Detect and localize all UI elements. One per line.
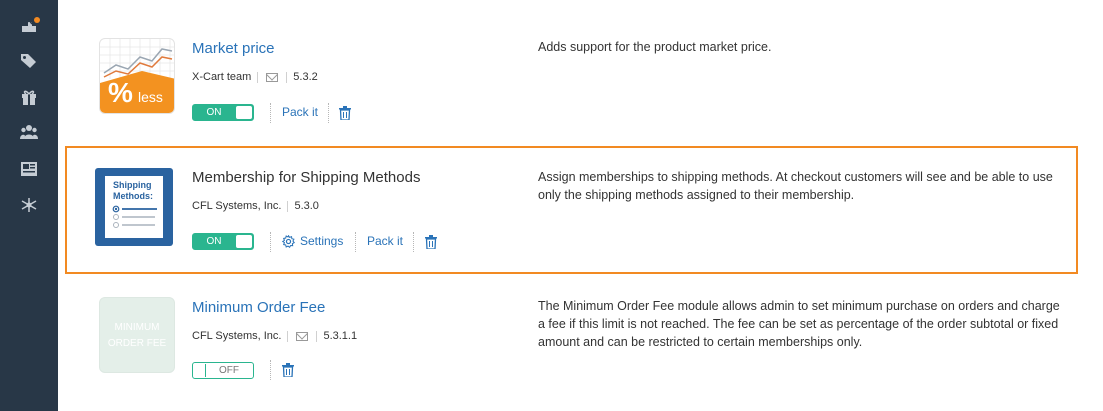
divider: [270, 360, 271, 380]
mail-icon[interactable]: [266, 72, 279, 82]
users-icon[interactable]: [19, 123, 39, 141]
module-description: Assign memberships to shipping methods. …: [538, 170, 1053, 202]
logo-text-line-1: MINIMUM: [114, 322, 160, 333]
module-title: Membership for Shipping Methods: [192, 169, 421, 186]
gift-icon[interactable]: [19, 88, 39, 106]
version-number: 5.3.0: [294, 200, 319, 212]
author-name: X-Cart team: [192, 71, 252, 83]
module-meta: CFL Systems, Inc. 5.3.1.1: [192, 330, 357, 342]
module-minimum-order-fee: MINIMUM ORDER FEE Minimum Order Fee CFL …: [58, 280, 1103, 411]
trash-icon[interactable]: [425, 235, 437, 250]
logo-text-line-2: ORDER FEE: [107, 338, 167, 349]
settings-link[interactable]: Settings: [282, 234, 343, 248]
module-enable-toggle[interactable]: ON: [192, 104, 254, 121]
toggle-knob: [194, 364, 206, 377]
toggle-label: OFF: [219, 365, 239, 376]
divider: [328, 103, 329, 123]
author-name: CFL Systems, Inc.: [192, 330, 282, 342]
version-number: 5.3.1.1: [323, 330, 358, 342]
divider: [270, 103, 271, 123]
module-description: Adds support for the product market pric…: [538, 40, 772, 54]
toggle-label: ON: [206, 107, 222, 118]
divider: [413, 232, 414, 252]
module-membership-shipping: Shipping Methods: Membership for Shippin…: [58, 146, 1103, 274]
toggle-label: ON: [206, 236, 222, 247]
toggle-knob: [236, 106, 252, 119]
divider: [355, 232, 356, 252]
module-meta: X-Cart team 5.3.2: [192, 71, 318, 83]
market-price-logo: % less: [99, 38, 175, 114]
pack-it-link[interactable]: Pack it: [367, 234, 403, 248]
membership-shipping-logo: Shipping Methods:: [95, 168, 173, 246]
tags-icon[interactable]: [19, 52, 39, 70]
minimum-order-fee-logo: MINIMUM ORDER FEE: [99, 297, 175, 373]
author-name: CFL Systems, Inc.: [192, 200, 282, 212]
module-title[interactable]: Minimum Order Fee: [192, 299, 325, 316]
module-meta: CFL Systems, Inc. 5.3.0: [192, 200, 319, 212]
pack-it-link[interactable]: Pack it: [282, 105, 318, 119]
content-icon[interactable]: [19, 160, 39, 178]
toggle-knob: [236, 235, 252, 248]
gear-icon: [282, 234, 295, 248]
sidebar: [0, 0, 58, 411]
module-enable-toggle[interactable]: ON: [192, 233, 254, 250]
trash-icon[interactable]: [339, 106, 351, 121]
mail-icon[interactable]: [296, 331, 309, 341]
settings-label: Settings: [300, 234, 344, 248]
module-description: The Minimum Order Fee module allows admi…: [538, 299, 1060, 349]
version-number: 5.3.2: [293, 71, 318, 83]
notification-dot: [34, 17, 40, 23]
trash-icon[interactable]: [282, 363, 294, 378]
module-title[interactable]: Market price: [192, 40, 275, 57]
logo-percent: %: [108, 77, 133, 108]
divider: [270, 232, 271, 252]
network-icon[interactable]: [19, 196, 39, 214]
logo-less: less: [138, 89, 163, 105]
module-enable-toggle[interactable]: OFF: [192, 362, 254, 379]
module-market-price: % less Market price X-Cart team 5.3.2 ON…: [58, 0, 1103, 140]
